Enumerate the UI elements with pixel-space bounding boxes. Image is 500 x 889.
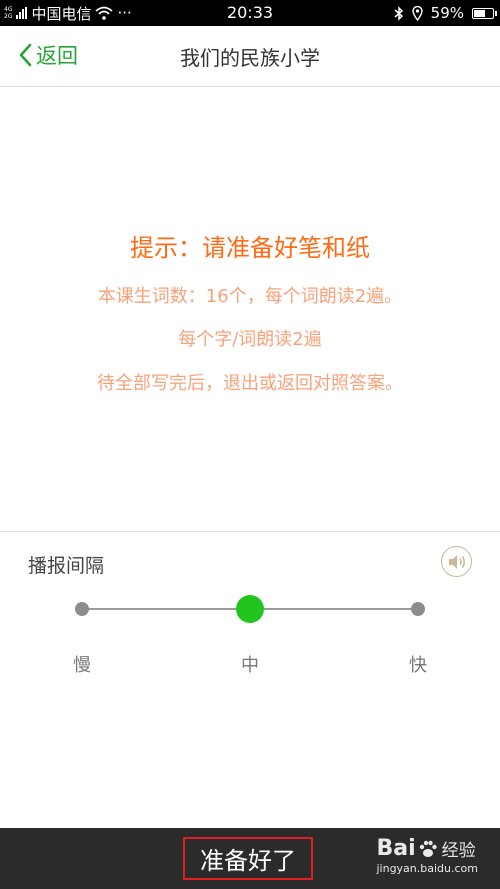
tip-line-word-count: 本课生词数：16个，每个词朗读2遍。 <box>97 286 403 307</box>
status-bar: 4G 2G 中国电信 ··· 20:33 59% <box>0 0 500 26</box>
speaker-icon <box>448 554 465 569</box>
battery-level <box>474 9 485 17</box>
bottom-bar: 准备好了 Bai 经验 jingyan.baidu.com <box>0 828 500 889</box>
interval-slider[interactable] <box>75 595 425 623</box>
watermark-logo: Bai 经验 <box>376 836 476 861</box>
interval-settings: 播报间隔 慢 中 快 <box>0 531 500 829</box>
ready-button[interactable]: 准备好了 <box>183 837 313 880</box>
network-type: 4G 2G <box>4 6 13 20</box>
wifi-icon <box>95 6 114 20</box>
slider-knob[interactable] <box>236 595 264 623</box>
status-time: 20:33 <box>226 3 274 22</box>
status-right: 59% <box>394 3 497 23</box>
carrier-name: 中国电信 <box>31 4 92 23</box>
speed-label-fast[interactable]: 快 <box>409 651 427 677</box>
tip-title: 提示：请准备好笔和纸 <box>130 234 370 262</box>
watermark-url: jingyan.baidu.com <box>376 862 478 875</box>
tip-line-instruction: 待全部写完后，退出或返回对照答案。 <box>97 373 403 394</box>
baidu-jingyan-watermark: Bai 经验 jingyan.baidu.com <box>376 836 478 875</box>
battery-icon <box>472 7 497 19</box>
tip-line-repeat: 每个字/词朗读2遍 <box>178 329 322 350</box>
status-left: 4G 2G 中国电信 ··· <box>4 3 132 23</box>
interval-label: 播报间隔 <box>28 555 105 577</box>
speed-label-medium[interactable]: 中 <box>241 651 259 677</box>
slider-stop-slow[interactable] <box>75 602 89 616</box>
speaker-button[interactable] <box>441 546 472 577</box>
location-icon <box>411 5 423 21</box>
status-more: ··· <box>117 4 132 22</box>
slider-stop-fast[interactable] <box>411 602 425 616</box>
header: 返回 我们的民族小学 <box>0 26 500 87</box>
bluetooth-icon <box>394 5 403 21</box>
speed-label-slow[interactable]: 慢 <box>73 651 91 677</box>
page-title: 我们的民族小学 <box>180 46 320 70</box>
signal-icon <box>16 7 28 19</box>
paw-icon <box>419 840 437 857</box>
battery-percent: 59% <box>430 4 464 22</box>
tip-panel: 提示：请准备好笔和纸 本课生词数：16个，每个词朗读2遍。 每个字/词朗读2遍 … <box>0 87 500 530</box>
